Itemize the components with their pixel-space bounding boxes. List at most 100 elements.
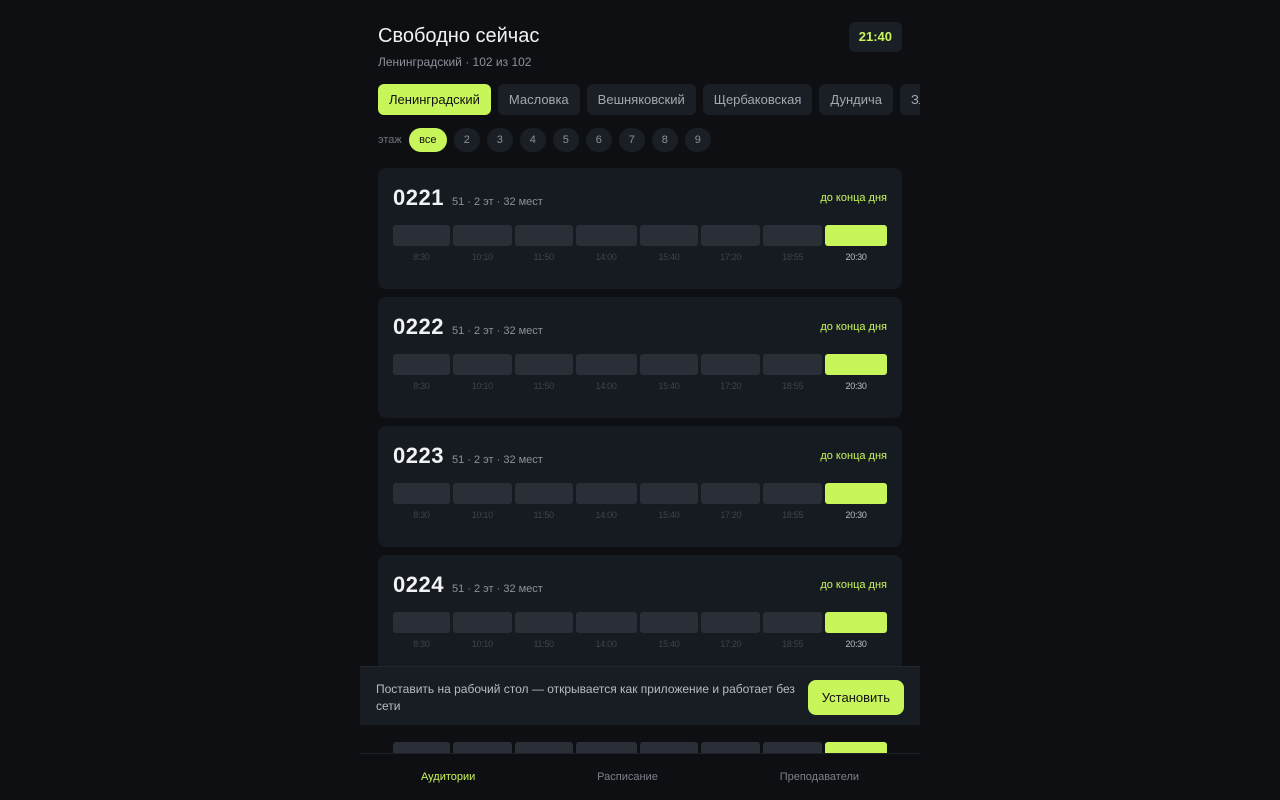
slot-bar [825,612,887,633]
floor-chip[interactable]: 5 [552,128,579,152]
slot-busy[interactable]: 10:10 [452,612,512,649]
slot-time: 20:30 [845,381,867,391]
slot-free[interactable]: 20:30 [825,612,887,649]
slot-busy[interactable]: 8:30 [393,483,450,520]
slot-busy[interactable]: 18:55 [763,612,823,649]
slot-busy[interactable]: 17:20 [701,354,761,391]
slot-free[interactable]: 20:30 [825,225,887,262]
slot-free[interactable]: 20:30 [825,354,887,391]
slot-time: 18:55 [782,381,804,391]
slot-time: 15:40 [658,510,680,520]
page-title: Свободно сейчас [378,25,540,47]
slot-busy[interactable]: 11:50 [514,612,573,649]
slot-busy[interactable]: 18:55 [763,354,823,391]
slot-busy[interactable] [393,742,450,753]
slot-bar [393,354,450,375]
slot-time: 15:40 [658,381,680,391]
slot-time: 14:00 [595,381,617,391]
slot-free[interactable]: 20:30 [825,483,887,520]
campus-tab[interactable]: Зла [899,84,920,115]
room-head: 0221 51 · 2 эт · 32 мест [393,185,543,211]
room-card-partial [378,725,902,753]
slot-busy[interactable]: 18:55 [763,225,823,262]
floor-chip[interactable]: 3 [486,128,513,152]
slot-busy[interactable]: 11:50 [514,483,573,520]
floor-chip[interactable]: 8 [651,128,678,152]
slot-busy[interactable]: 15:40 [639,354,699,391]
slot-bar [575,354,637,375]
slot-busy[interactable]: 10:10 [452,483,512,520]
room-card[interactable]: 0222 51 · 2 эт · 32 мест до конца дня 8:30 1… [378,297,902,418]
slot-busy[interactable]: 17:20 [701,483,761,520]
slot-bar [514,742,573,753]
room-head: 0223 51 · 2 эт · 32 мест [393,443,543,469]
slot-bar [701,612,761,633]
room-card[interactable]: 0223 51 · 2 эт · 32 мест до конца дня 8:30 1… [378,426,902,547]
floor-chip[interactable]: 9 [684,128,711,152]
campus-tab[interactable]: Щербаковская [702,84,813,115]
slot-busy[interactable]: 14:00 [575,483,637,520]
slot-busy[interactable]: 11:50 [514,225,573,262]
slot-busy[interactable]: 15:40 [639,225,699,262]
room-card[interactable]: 0221 51 · 2 эт · 32 мест до конца дня 8:30 1… [378,168,902,289]
slot-time: 17:20 [720,510,742,520]
install-button[interactable]: Установить [807,680,904,715]
campus-tab[interactable]: Ленинградский [378,84,491,115]
slot-busy[interactable]: 10:10 [452,354,512,391]
slot-time: 15:40 [658,252,680,262]
slot-time: 20:30 [845,252,867,262]
slot-busy[interactable]: 17:20 [701,225,761,262]
room-meta: 51 · 2 эт · 32 мест [451,454,543,466]
slot-time: 15:40 [658,639,680,649]
slot-bar [452,483,512,504]
slot-busy[interactable]: 14:00 [575,612,637,649]
slot-timeline: 8:30 10:10 11:50 14:00 15:40 17:20 18:55 20:30 [393,225,887,262]
slot-free[interactable] [825,742,887,753]
slot-busy[interactable]: 15:40 [639,612,699,649]
floor-chip[interactable]: 7 [618,128,645,152]
slot-bar [639,225,699,246]
slot-busy[interactable] [763,742,823,753]
bottom-nav: Аудитории Расписание Преподаватели [360,753,920,800]
slot-busy[interactable]: 11:50 [514,354,573,391]
slot-busy[interactable]: 18:55 [763,483,823,520]
nav-item[interactable]: Преподаватели [780,771,859,783]
slot-busy[interactable]: 15:40 [639,483,699,520]
slot-timeline: 8:30 10:10 11:50 14:00 15:40 17:20 18:55 20:30 [393,483,887,520]
room-meta: 51 · 2 эт · 32 мест [451,583,543,595]
install-text: Поставить на рабочий стол — открывается … [376,682,795,713]
slot-bar [393,742,450,753]
slot-busy[interactable]: 17:20 [701,612,761,649]
slot-time: 17:20 [720,252,742,262]
slot-busy[interactable] [514,742,573,753]
slot-busy[interactable]: 8:30 [393,225,450,262]
slot-bar [763,354,823,375]
slot-time: 17:20 [720,639,742,649]
floor-chip[interactable]: 2 [453,128,480,152]
slot-time: 18:55 [782,639,804,649]
slot-bar [639,742,699,753]
slot-busy[interactable] [639,742,699,753]
campus-tab[interactable]: Масловка [497,84,580,115]
campus-tab[interactable]: Дундича [819,84,893,115]
slot-busy[interactable]: 8:30 [393,354,450,391]
campus-tab[interactable]: Вешняковский [586,84,696,115]
slot-busy[interactable]: 14:00 [575,225,637,262]
slot-busy[interactable] [452,742,512,753]
slot-busy[interactable]: 14:00 [575,354,637,391]
nav-item[interactable]: Расписание [597,771,658,783]
campus-tabs: Ленинградский Масловка Вешняковский Щербако… [378,84,920,116]
floor-chip[interactable]: все [408,128,447,152]
slot-busy[interactable] [575,742,637,753]
slot-bar [639,612,699,633]
floor-chip[interactable]: 6 [585,128,612,152]
free-until: до конца дня [820,450,887,462]
nav-item[interactable]: Аудитории [421,771,475,783]
room-card[interactable]: 0224 51 · 2 эт · 32 мест до конца дня 8:30 1… [378,555,902,676]
slot-busy[interactable] [701,742,761,753]
slot-time: 10:10 [471,510,493,520]
slot-busy[interactable]: 8:30 [393,612,450,649]
floor-chip[interactable]: 4 [519,128,546,152]
slot-busy[interactable]: 10:10 [452,225,512,262]
slot-bar [575,742,637,753]
